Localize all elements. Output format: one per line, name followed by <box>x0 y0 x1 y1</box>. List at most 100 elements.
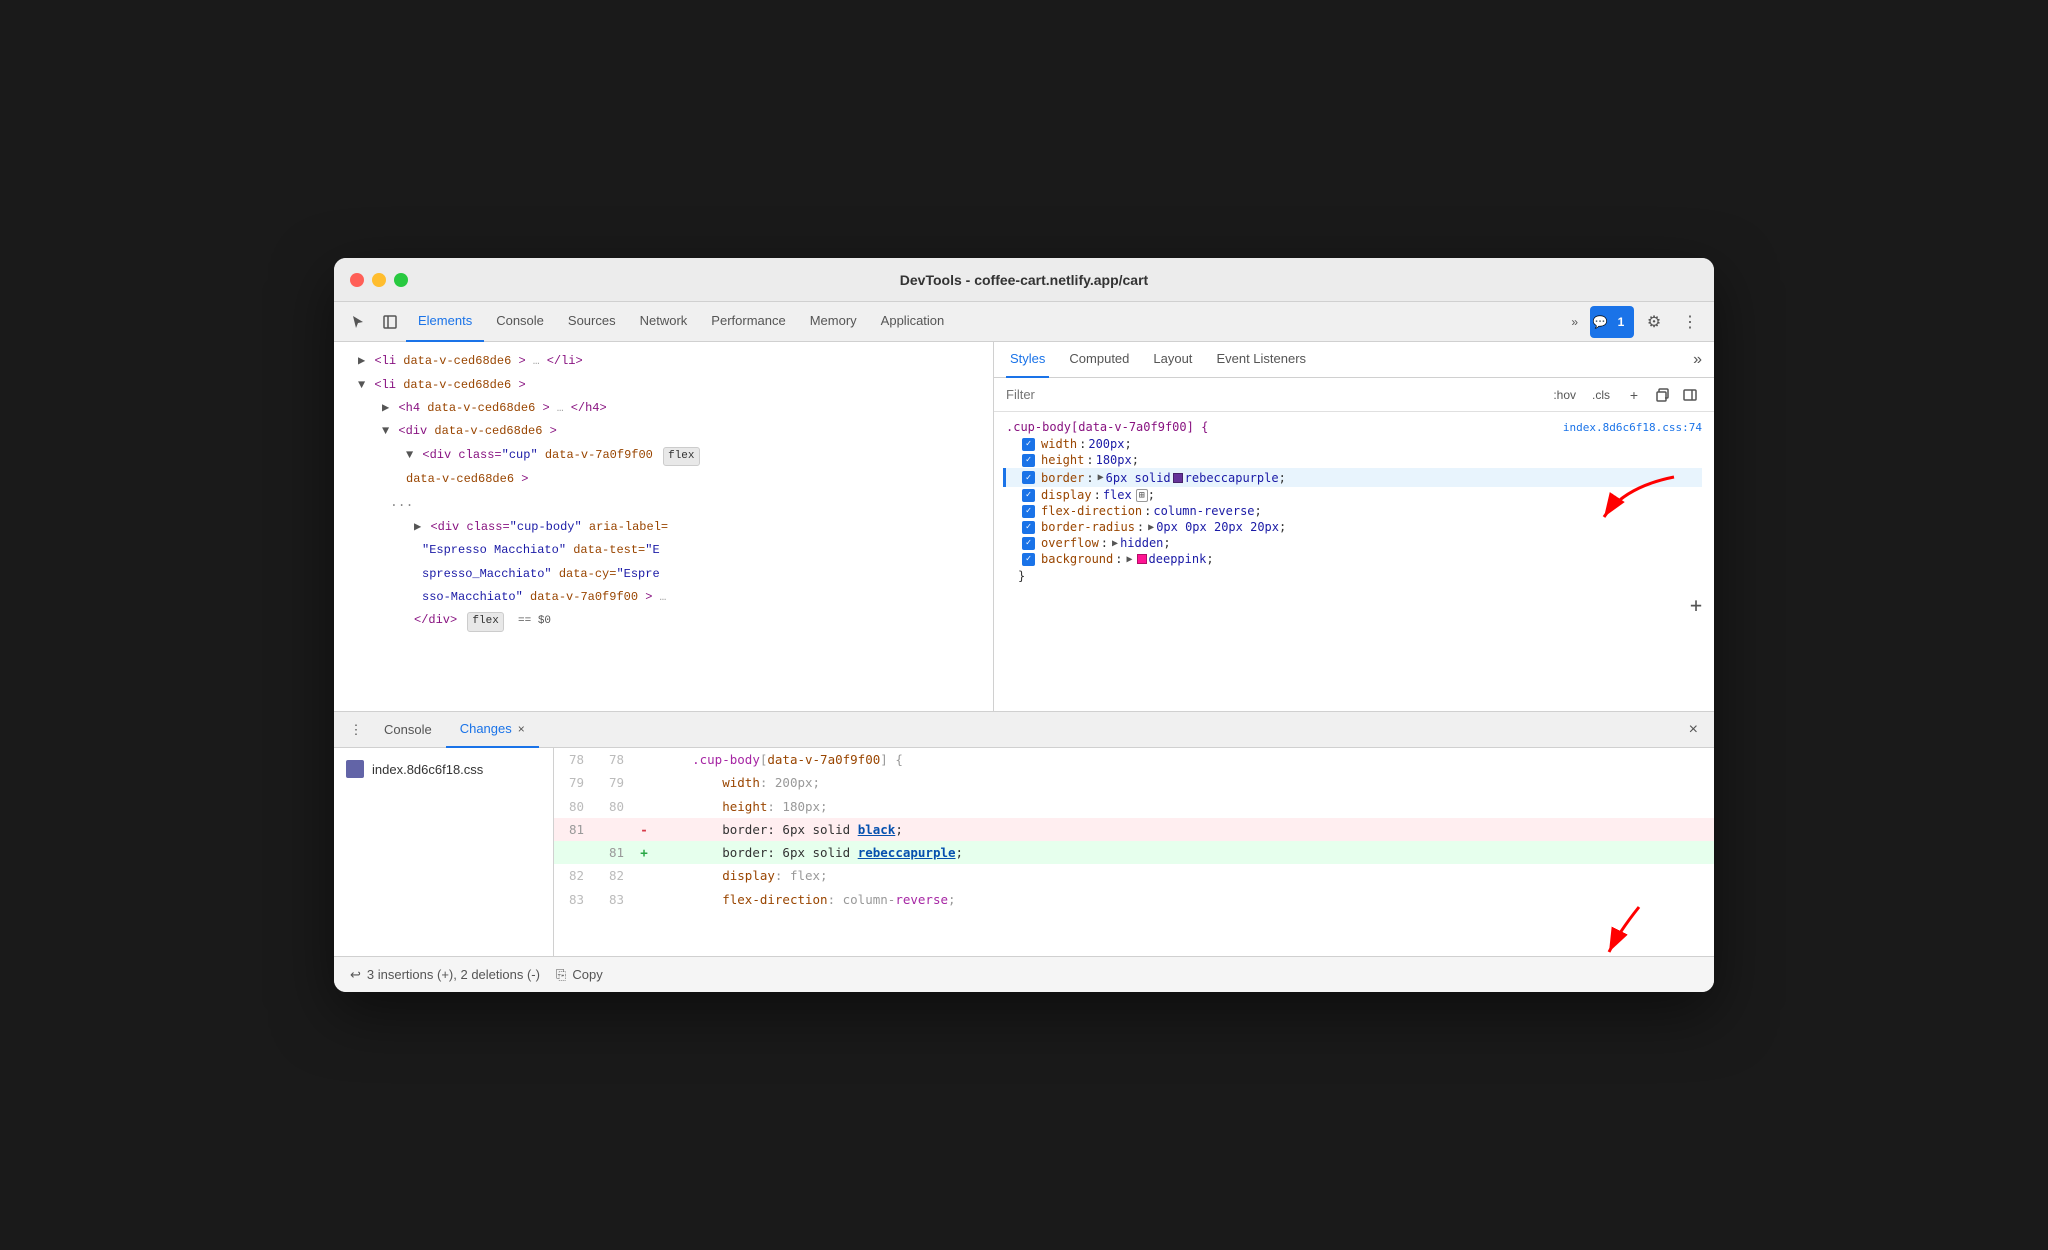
changes-file-item[interactable]: index.8d6c6f18.css <box>334 756 553 782</box>
close-button[interactable] <box>350 273 364 287</box>
collapse-arrow[interactable]: ▶ <box>414 520 421 534</box>
traffic-lights <box>350 273 408 287</box>
css-checkbox-width[interactable] <box>1022 438 1035 451</box>
window-title: DevTools - coffee-cart.netlify.app/cart <box>900 272 1148 288</box>
css-source-link[interactable]: index.8d6c6f18.css:74 <box>1563 421 1702 434</box>
maximize-button[interactable] <box>394 273 408 287</box>
tab-computed[interactable]: Computed <box>1065 342 1133 378</box>
diff-line-82: 82 82 display: flex; <box>554 864 1714 887</box>
styles-filter-input[interactable] <box>1006 387 1541 402</box>
dom-node-li-collapsed[interactable]: ▶ <li data-v-ced68de6 > … </li> <box>334 350 993 374</box>
styles-sub-tabs: Styles Computed Layout Event Listeners » <box>994 342 1714 378</box>
css-checkbox-overflow[interactable] <box>1022 537 1035 550</box>
css-checkbox-display[interactable] <box>1022 489 1035 502</box>
css-checkbox-border[interactable] <box>1022 471 1035 484</box>
toolbar-icons: + <box>1622 383 1702 407</box>
dom-node-cup-body[interactable]: ▶ <div class="cup-body" aria-label= <box>334 516 993 539</box>
styles-toolbar: :hov .cls + <box>994 378 1714 412</box>
cursor-icon[interactable] <box>342 306 374 338</box>
minimize-button[interactable] <box>372 273 386 287</box>
tab-console[interactable]: Console <box>484 302 556 342</box>
changes-file-list: index.8d6c6f18.css <box>334 748 554 956</box>
file-name-label: index.8d6c6f18.css <box>372 762 483 777</box>
tab-changes[interactable]: Changes × <box>446 712 539 748</box>
devtools-tab-bar: Elements Console Sources Network Perform… <box>334 302 1714 342</box>
diff-view: 78 78 .cup-body[data-v-7a0f9f00] { 79 79… <box>554 748 1714 956</box>
tabs-right-area: » 💬 1 ⚙ ⋮ <box>1563 306 1706 338</box>
more-styles-tabs[interactable]: » <box>1693 351 1702 369</box>
tab-sources[interactable]: Sources <box>556 302 628 342</box>
expand-background[interactable]: ▶ <box>1126 554 1132 565</box>
css-prop-width[interactable]: width : 200px ; <box>1006 436 1702 452</box>
settings-icon[interactable]: ⚙ <box>1638 306 1670 338</box>
dom-node-div[interactable]: ▼ <div data-v-ced68de6 > <box>334 420 993 443</box>
dom-node-cup-body-attr2[interactable]: spresso_Macchiato" data-cy="Espre <box>334 563 993 586</box>
expand-overflow[interactable]: ▶ <box>1112 538 1118 549</box>
dom-node-cup-attr[interactable]: data-v-ced68de6 > <box>334 468 993 491</box>
collapse-arrow[interactable]: ▼ <box>358 378 365 392</box>
css-prop-border[interactable]: border : ▶ 6px solid rebeccapurple ; <box>1003 468 1702 487</box>
css-prop-height[interactable]: height : 180px ; <box>1006 452 1702 468</box>
styles-content[interactable]: .cup-body[data-v-7a0f9f00] { index.8d6c6… <box>994 412 1714 711</box>
undo-label: 3 insertions (+), 2 deletions (-) <box>367 967 540 982</box>
tab-memory[interactable]: Memory <box>798 302 869 342</box>
collapse-arrow[interactable]: ▶ <box>358 354 365 368</box>
flex-grid-icon[interactable]: ⊞ <box>1136 489 1148 502</box>
dom-node-cup-body-attr1[interactable]: "Espresso Macchiato" data-test="E <box>334 539 993 562</box>
expand-border-radius[interactable]: ▶ <box>1148 522 1154 533</box>
bottom-tab-bar: ⋮ Console Changes × × <box>334 712 1714 748</box>
dom-tree[interactable]: ▶ <li data-v-ced68de6 > … </li> ▼ <li da… <box>334 342 993 711</box>
cls-button[interactable]: .cls <box>1588 386 1614 404</box>
tab-application[interactable]: Application <box>869 302 957 342</box>
tab-event-listeners[interactable]: Event Listeners <box>1212 342 1310 378</box>
undo-button[interactable]: ↩ 3 insertions (+), 2 deletions (-) <box>350 967 540 983</box>
tab-performance[interactable]: Performance <box>699 302 797 342</box>
collapse-arrow[interactable]: ▼ <box>382 424 389 438</box>
expand-border[interactable]: ▶ <box>1098 472 1104 483</box>
css-selector: .cup-body[data-v-7a0f9f00] { <box>1006 420 1208 434</box>
css-checkbox-height[interactable] <box>1022 454 1035 467</box>
tab-layout[interactable]: Layout <box>1149 342 1196 378</box>
css-prop-display[interactable]: display : flex ⊞ ; <box>1006 487 1702 503</box>
more-tabs-button[interactable]: » <box>1563 311 1586 333</box>
add-property-button[interactable]: + <box>1690 593 1702 617</box>
styles-panel: Styles Computed Layout Event Listeners »… <box>994 342 1714 711</box>
bottom-bar: ↩ 3 insertions (+), 2 deletions (-) ⎘ Co… <box>334 956 1714 992</box>
copy-all-icon[interactable] <box>1650 383 1674 407</box>
toggle-sidebar-icon[interactable] <box>1678 383 1702 407</box>
dom-node-li-open[interactable]: ▼ <li data-v-ced68de6 > <box>334 374 993 397</box>
changes-panel: index.8d6c6f18.css 78 78 .cup-body[data-… <box>334 748 1714 956</box>
dom-node-close-div[interactable]: </div> flex == $0 <box>334 609 993 634</box>
tab-styles[interactable]: Styles <box>1006 342 1049 378</box>
dom-node-h4[interactable]: ▶ <h4 data-v-ced68de6 > … </h4> <box>334 397 993 421</box>
css-prop-border-radius[interactable]: border-radius : ▶ 0px 0px 20px 20px ; <box>1006 519 1702 535</box>
bottom-more-icon[interactable]: ⋮ <box>342 716 370 744</box>
css-selector-line: .cup-body[data-v-7a0f9f00] { index.8d6c6… <box>1006 420 1702 434</box>
tab-console-bottom[interactable]: Console <box>370 712 446 748</box>
css-prop-background[interactable]: background : ▶ deeppink ; <box>1006 551 1702 567</box>
dom-node-cup[interactable]: ▼ <div class="cup" data-v-7a0f9f00 flex <box>334 444 993 469</box>
css-checkbox-flex-direction[interactable] <box>1022 505 1035 518</box>
new-style-icon[interactable]: + <box>1622 383 1646 407</box>
bottom-panel-close[interactable]: × <box>1681 721 1706 739</box>
main-content-area: ▶ <li data-v-ced68de6 > … </li> ▼ <li da… <box>334 342 1714 712</box>
dom-node-cup-body-attr3[interactable]: sso-Macchiato" data-v-7a0f9f00 > … <box>334 586 993 610</box>
bottom-panel: ⋮ Console Changes × × index.8d6c6f18.css <box>334 712 1714 992</box>
devtools-window: DevTools - coffee-cart.netlify.app/cart … <box>334 258 1714 992</box>
color-swatch-deeppink[interactable] <box>1137 554 1147 564</box>
tab-network[interactable]: Network <box>628 302 700 342</box>
more-options-icon[interactable]: ⋮ <box>1674 306 1706 338</box>
css-checkbox-border-radius[interactable] <box>1022 521 1035 534</box>
css-prop-overflow[interactable]: overflow : ▶ hidden ; <box>1006 535 1702 551</box>
hov-button[interactable]: :hov <box>1549 386 1580 404</box>
collapse-arrow[interactable]: ▶ <box>382 401 389 415</box>
chat-icon[interactable]: 💬 1 <box>1590 306 1634 338</box>
copy-button[interactable]: ⎘ Copy <box>556 967 603 983</box>
collapse-arrow[interactable]: ▼ <box>406 448 413 462</box>
tab-elements[interactable]: Elements <box>406 302 484 342</box>
color-swatch-rebeccapurple[interactable] <box>1173 473 1183 483</box>
inspect-icon[interactable] <box>374 306 406 338</box>
css-prop-flex-direction[interactable]: flex-direction : column-reverse ; <box>1006 503 1702 519</box>
css-file-icon <box>346 760 364 778</box>
css-checkbox-background[interactable] <box>1022 553 1035 566</box>
